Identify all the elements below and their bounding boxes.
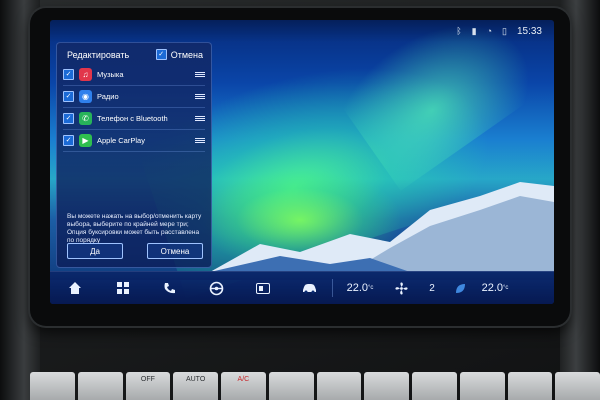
panel-hint: Вы можете нажать на выбор/отменить карту… <box>67 213 202 244</box>
hvac-button-row: OFF AUTO A/C <box>30 372 600 400</box>
phone-icon: ✆ <box>79 112 92 125</box>
car-icon[interactable] <box>286 272 332 304</box>
edit-dock-panel: Редактировать ✓ Отмена ✓ ♫ Музыка ✓ ◉ Ра… <box>56 42 212 268</box>
checkbox[interactable]: ✓ <box>63 113 74 124</box>
phone-icon: ▯ <box>502 25 507 36</box>
recirculation-button[interactable] <box>268 372 314 400</box>
bluetooth-icon: ᛒ <box>456 26 462 36</box>
fan-icon[interactable] <box>387 272 415 304</box>
ac-button[interactable]: A/C <box>221 372 266 400</box>
app-label: Телефон с Bluetooth <box>97 114 168 123</box>
panel-cancel-top-label: Отмена <box>170 49 203 60</box>
checkbox[interactable]: ✓ <box>63 69 74 80</box>
battery-icon: ▮ <box>471 25 477 36</box>
radio-icon: ◉ <box>79 90 92 103</box>
checkbox-icon[interactable]: ✓ <box>155 49 167 60</box>
carplay-icon: ▶ <box>79 134 92 147</box>
panel-title: Редактировать <box>67 49 130 60</box>
drag-handle-icon[interactable] <box>195 116 205 121</box>
fan-down-button[interactable] <box>364 372 409 400</box>
drag-handle-icon[interactable] <box>195 138 205 143</box>
music-icon: ♫ <box>79 68 92 81</box>
app-label: Радио <box>97 92 119 101</box>
status-clock: 15:33 <box>516 25 542 37</box>
seat-vent-button[interactable] <box>555 372 600 400</box>
cancel-button[interactable]: Отмена <box>147 243 203 259</box>
off-button[interactable]: OFF <box>125 372 171 400</box>
hazard-button[interactable] <box>316 372 362 400</box>
right-temperature[interactable]: 22.0 °c <box>471 272 519 304</box>
media-card-icon[interactable] <box>240 272 286 304</box>
panel-cancel-top[interactable]: ✓ Отмена <box>155 49 203 60</box>
panel-header: Редактировать ✓ Отмена <box>57 43 211 64</box>
status-bar: ᛒ ▮ ◔ ▯ 15:33 <box>50 20 554 42</box>
list-item[interactable]: ✓ ▶ Apple CarPlay <box>63 130 205 152</box>
ok-button[interactable]: Да <box>67 243 123 259</box>
airflow-button[interactable] <box>507 372 553 400</box>
seat-heat-button[interactable] <box>30 372 75 400</box>
temp-unit: °c <box>368 285 374 291</box>
panel-buttons: Да Отмена <box>67 243 203 259</box>
steering-wheel-icon[interactable] <box>192 272 240 304</box>
signal-icon: ◔ <box>486 26 493 36</box>
rear-defrost-button[interactable] <box>459 372 505 400</box>
drag-handle-icon[interactable] <box>195 72 205 77</box>
temp-unit: °c <box>503 285 509 291</box>
auto-button[interactable]: AUTO <box>173 372 218 400</box>
fan-up-button[interactable] <box>412 372 457 400</box>
drag-handle-icon[interactable] <box>195 94 205 99</box>
checkbox[interactable]: ✓ <box>63 91 74 102</box>
left-temp-value: 22.0 <box>346 282 368 294</box>
bottom-dock: 22.0 °c 2 22.0 °c <box>50 271 554 304</box>
fan-speed[interactable]: 2 <box>415 272 449 304</box>
list-item[interactable]: ✓ ✆ Телефон с Bluetooth <box>63 108 205 130</box>
app-label: Apple CarPlay <box>97 136 145 145</box>
checkbox[interactable]: ✓ <box>63 135 74 146</box>
infotainment-screen: ᛒ ▮ ◔ ▯ 15:33 Редактировать ✓ Отмена ✓ ♫… <box>50 20 554 304</box>
app-list: ✓ ♫ Музыка ✓ ◉ Радио ✓ ✆ Телефон с Bluet… <box>57 64 211 152</box>
list-item[interactable]: ✓ ◉ Радио <box>63 86 205 108</box>
home-icon[interactable] <box>50 272 100 304</box>
left-temperature[interactable]: 22.0 °c <box>333 272 387 304</box>
phone-icon[interactable] <box>146 272 192 304</box>
right-temp-value: 22.0 <box>481 282 503 294</box>
defrost-front-button[interactable] <box>77 372 123 400</box>
apps-grid-icon[interactable] <box>100 272 146 304</box>
leaf-icon[interactable] <box>449 272 471 304</box>
app-label: Музыка <box>97 70 124 79</box>
list-item[interactable]: ✓ ♫ Музыка <box>63 64 205 86</box>
